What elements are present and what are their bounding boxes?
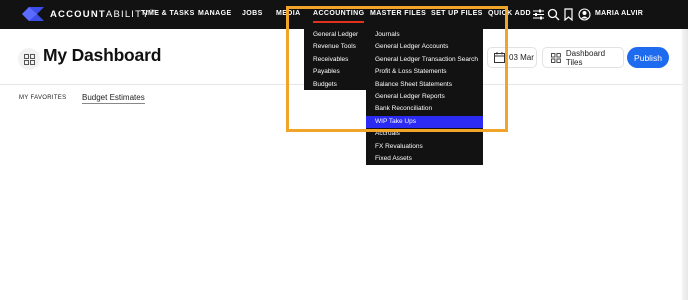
submenu-item-balance-sheet[interactable]: Balance Sheet Statements: [366, 79, 483, 91]
favorites-label: MY FAVORITES: [19, 95, 67, 101]
date-label: 03 Mar: [509, 53, 534, 62]
submenu-item-fx-revaluations[interactable]: FX Revaluations: [366, 141, 483, 153]
sliders-icon[interactable]: [532, 8, 545, 21]
user-name[interactable]: MARIA ALVIR: [595, 10, 643, 17]
nav-quick-add[interactable]: QUICK ADD: [488, 10, 531, 17]
menu-item-payables[interactable]: Payables: [304, 66, 366, 78]
scrollbar-track[interactable]: [682, 29, 688, 300]
calendar-icon: [494, 52, 505, 63]
accountability-logo[interactable]: [22, 7, 44, 21]
tiles-icon: [551, 52, 561, 63]
user-avatar-icon[interactable]: [578, 8, 591, 21]
submenu-item-accruals[interactable]: Accruals: [366, 128, 483, 140]
menu-item-receivables[interactable]: Receivables: [304, 54, 366, 66]
page-title: My Dashboard: [43, 45, 162, 65]
favorite-link-budget-estimates[interactable]: Budget Estimates: [82, 93, 145, 104]
date-button[interactable]: 03 Mar: [487, 47, 537, 68]
nav-time-tasks[interactable]: TIME & TASKS: [141, 10, 195, 17]
brand-name: ACCOUNTABILITY™: [50, 9, 156, 21]
accounting-menu-categories: General Ledger Revenue Tools Receivables…: [304, 29, 366, 90]
bookmark-icon[interactable]: [562, 8, 575, 21]
menu-item-general-ledger[interactable]: General Ledger: [304, 29, 366, 41]
nav-media[interactable]: MEDIA: [276, 10, 301, 17]
dashboard-tiles-label: Dashboard Tiles: [565, 48, 606, 67]
submenu-item-wip-take-ups[interactable]: WIP Take Ups: [366, 115, 483, 129]
nav-set-up-files[interactable]: SET UP FILES: [431, 10, 483, 17]
dashboard-icon[interactable]: [18, 48, 40, 70]
submenu-item-fixed-assets[interactable]: Fixed Assets: [366, 153, 483, 165]
submenu-item-bank-reconciliation[interactable]: Bank Reconciliation: [366, 103, 483, 115]
menu-item-revenue-tools[interactable]: Revenue Tools: [304, 41, 366, 53]
top-navigation-bar: ACCOUNTABILITY™ TIME & TASKS MANAGE JOBS…: [0, 0, 688, 29]
nav-accounting[interactable]: ACCOUNTING: [313, 10, 365, 23]
submenu-item-gl-accounts[interactable]: General Ledger Accounts: [366, 41, 483, 53]
submenu-item-journals[interactable]: Journals: [366, 29, 483, 41]
submenu-item-profit-loss[interactable]: Profit & Loss Statements: [366, 66, 483, 78]
dashboard-tiles-button[interactable]: Dashboard Tiles: [542, 47, 624, 68]
menu-item-budgets[interactable]: Budgets: [304, 79, 366, 91]
publish-button[interactable]: Publish: [627, 47, 669, 68]
submenu-item-gl-transaction-search[interactable]: General Ledger Transaction Search: [366, 54, 483, 66]
general-ledger-submenu: Journals General Ledger Accounts General…: [366, 29, 483, 165]
nav-master-files[interactable]: MASTER FILES: [370, 10, 426, 17]
search-icon[interactable]: [547, 8, 560, 21]
nav-manage[interactable]: MANAGE: [198, 10, 232, 17]
submenu-item-gl-reports[interactable]: General Ledger Reports: [366, 91, 483, 103]
nav-jobs[interactable]: JOBS: [242, 10, 263, 17]
